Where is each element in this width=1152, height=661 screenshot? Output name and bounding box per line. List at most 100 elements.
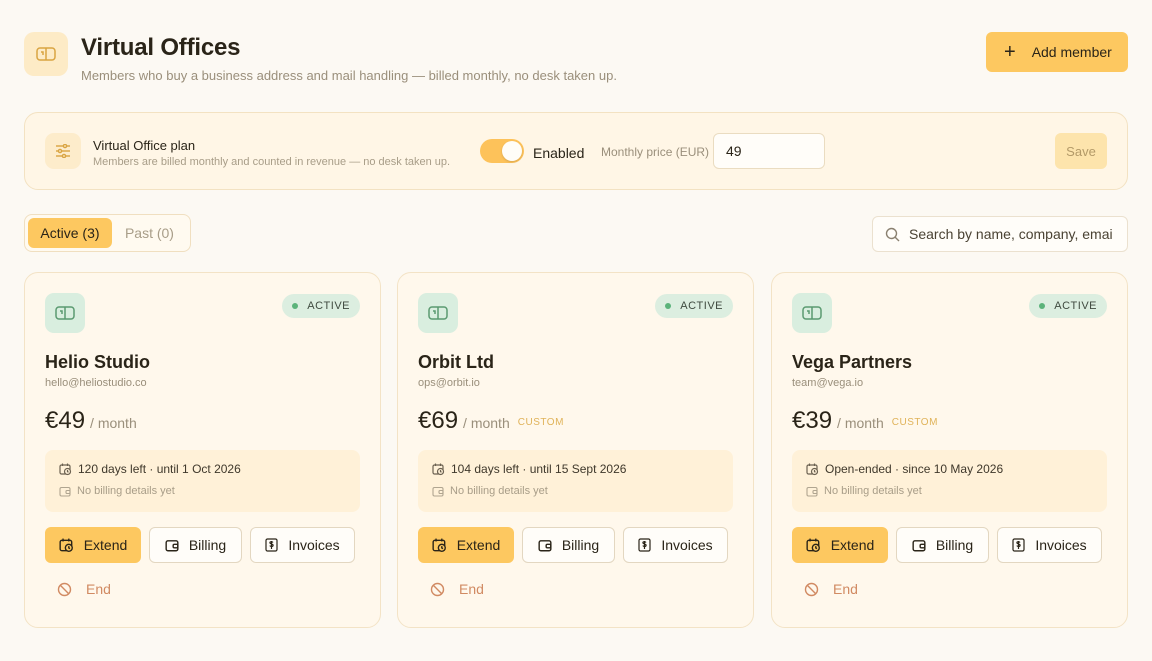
save-button[interactable]: Save <box>1055 133 1107 169</box>
billing-label: Billing <box>188 537 227 553</box>
page-header: Virtual Offices Members who buy a busine… <box>24 32 1128 84</box>
price-period: / month <box>837 415 884 431</box>
calendar-clock-icon <box>432 538 446 552</box>
plan-title: Virtual Office plan <box>93 138 196 153</box>
calendar-clock-icon <box>59 463 72 475</box>
plus-icon: + <box>1004 41 1016 63</box>
status-badge: ACTIVE <box>655 294 733 318</box>
billing-button[interactable]: Billing <box>896 527 989 563</box>
ban-icon <box>804 582 819 596</box>
billing-row: No billing details yet <box>806 485 922 497</box>
billing-text: No billing details yet <box>824 485 922 497</box>
billing-button[interactable]: Billing <box>149 527 242 563</box>
extend-button[interactable]: Extend <box>45 527 141 563</box>
billing-text: No billing details yet <box>450 485 548 497</box>
receipt-icon <box>638 538 651 552</box>
invoices-label: Invoices <box>661 537 713 553</box>
search-icon <box>885 227 900 242</box>
tab-past[interactable]: Past (0) <box>112 218 187 248</box>
status-label: ACTIVE <box>1054 300 1097 312</box>
invoices-button[interactable]: Invoices <box>997 527 1102 563</box>
ban-icon <box>57 582 72 596</box>
receipt-icon <box>265 538 278 552</box>
price-period: / month <box>463 415 510 431</box>
ban-icon <box>430 582 445 596</box>
mailbox-icon <box>45 293 85 333</box>
end-label: End <box>86 581 111 597</box>
billing-label: Billing <box>561 537 600 553</box>
invoices-button[interactable]: Invoices <box>250 527 355 563</box>
status-badge: ACTIVE <box>1029 294 1107 318</box>
member-info-box: 104 days left · until 15 Sept 2026 No bi… <box>418 450 733 512</box>
price-label: Monthly price (EUR) <box>601 145 710 159</box>
wallet-icon <box>538 539 552 551</box>
member-name: Orbit Ltd <box>418 352 494 372</box>
calendar-clock-icon <box>806 538 820 552</box>
billing-button[interactable]: Billing <box>522 527 615 563</box>
member-price: €49 <box>45 407 86 434</box>
member-name: Helio Studio <box>45 352 150 372</box>
extend-label: Extend <box>456 537 501 553</box>
mailbox-icon <box>24 32 68 76</box>
add-member-button[interactable]: + Add member <box>986 32 1128 72</box>
price-period: / month <box>90 415 137 431</box>
member-name: Vega Partners <box>792 352 913 372</box>
toggle-label: Enabled <box>533 145 585 161</box>
price-row: €39 / month CUSTOM <box>792 407 938 435</box>
page-title: Virtual Offices <box>81 34 241 61</box>
end-button[interactable]: End <box>804 581 858 597</box>
custom-price-badge: CUSTOM <box>517 417 564 428</box>
monthly-price-input[interactable] <box>713 133 825 169</box>
wallet-icon <box>165 539 179 551</box>
status-dot <box>1039 303 1046 309</box>
end-label: End <box>459 581 484 597</box>
tab-active[interactable]: Active (3) <box>28 218 112 248</box>
end-label: End <box>833 581 858 597</box>
status-dot <box>665 303 672 309</box>
invoices-label: Invoices <box>288 537 340 553</box>
member-card-1: ACTIVE Helio Studio hello@heliostudio.co… <box>24 272 381 628</box>
invoices-label: Invoices <box>1035 537 1087 553</box>
wallet-icon <box>806 486 818 497</box>
status-label: ACTIVE <box>307 300 350 312</box>
custom-price-badge: CUSTOM <box>891 417 938 428</box>
status-badge: ACTIVE <box>282 294 360 318</box>
add-member-label: Add member <box>1031 44 1112 60</box>
extend-button[interactable]: Extend <box>792 527 888 563</box>
sliders-icon <box>45 133 81 169</box>
mailbox-icon <box>418 293 458 333</box>
end-button[interactable]: End <box>57 581 111 597</box>
billing-row: No billing details yet <box>59 485 175 497</box>
billing-text: No billing details yet <box>77 485 175 497</box>
term-text: 104 days left · until 15 Sept 2026 <box>451 462 627 476</box>
term-text: 120 days left · until 1 Oct 2026 <box>78 462 241 476</box>
member-card-3: ACTIVE Vega Partners team@vega.io €39 / … <box>771 272 1128 628</box>
member-price: €39 <box>792 407 833 434</box>
wallet-icon <box>59 486 71 497</box>
toggle-knob <box>502 141 522 161</box>
extend-button[interactable]: Extend <box>418 527 514 563</box>
plan-subtitle: Members are billed monthly and counted i… <box>93 156 451 168</box>
billing-label: Billing <box>935 537 974 553</box>
status-label: ACTIVE <box>680 300 723 312</box>
member-email: hello@heliostudio.co <box>45 377 147 389</box>
status-dot <box>292 303 299 309</box>
calendar-clock-icon <box>432 463 445 475</box>
search-input[interactable] <box>909 217 1121 251</box>
calendar-clock-icon <box>806 463 819 475</box>
billing-row: No billing details yet <box>432 485 548 497</box>
invoices-button[interactable]: Invoices <box>623 527 728 563</box>
receipt-icon <box>1012 538 1025 552</box>
plan-settings-panel: Virtual Office plan Members are billed m… <box>24 112 1128 190</box>
member-email: team@vega.io <box>792 377 864 389</box>
end-button[interactable]: End <box>430 581 484 597</box>
search-box <box>872 216 1128 252</box>
term-row: 120 days left · until 1 Oct 2026 <box>59 462 241 476</box>
mailbox-icon <box>792 293 832 333</box>
member-card-2: ACTIVE Orbit Ltd ops@orbit.io €69 / mont… <box>397 272 754 628</box>
term-text: Open-ended · since 10 May 2026 <box>825 462 1004 476</box>
member-email: ops@orbit.io <box>418 377 480 389</box>
plan-enabled-toggle[interactable] <box>480 139 524 163</box>
calendar-clock-icon <box>59 538 73 552</box>
price-row: €49 / month <box>45 407 145 435</box>
